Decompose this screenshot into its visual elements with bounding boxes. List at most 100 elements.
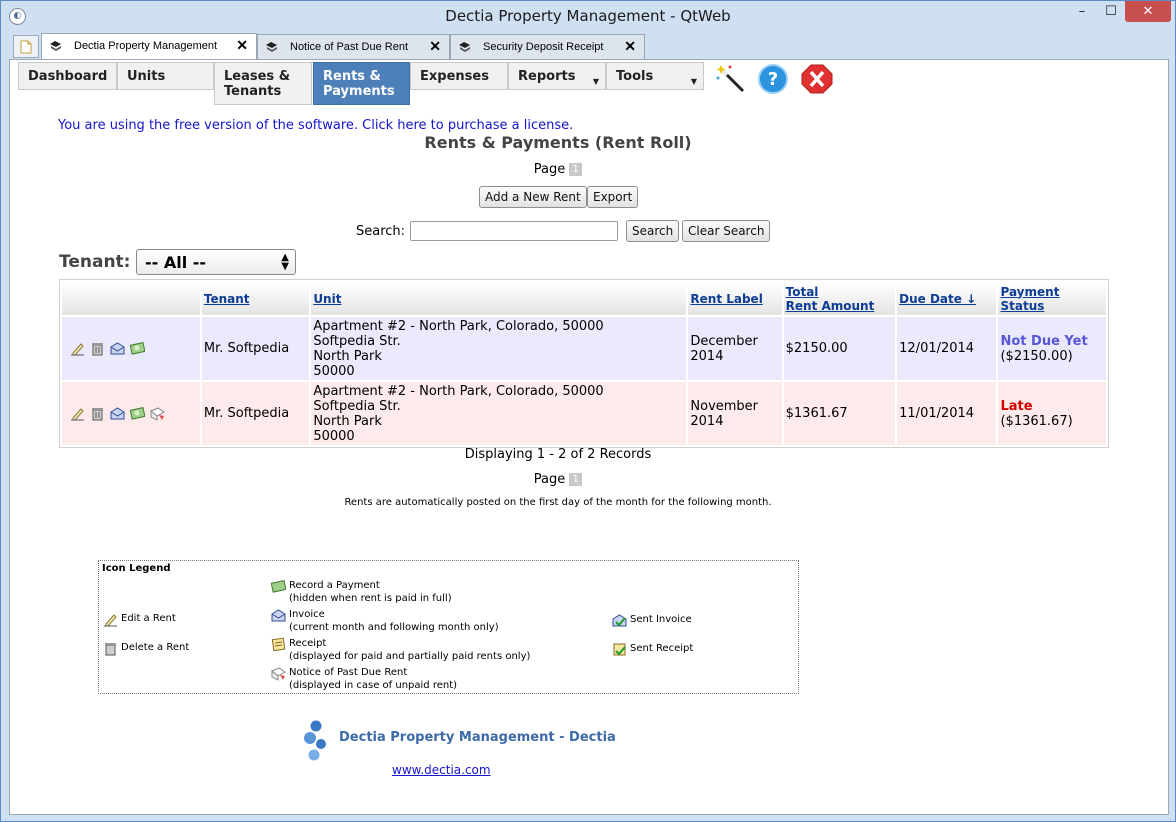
- dectia-logo-icon: [304, 720, 326, 761]
- unit-header[interactable]: Unit: [311, 282, 687, 315]
- footer-brand: Dectia Property Management - Dectia: [339, 730, 616, 745]
- close-tab-icon[interactable]: ✕: [429, 38, 441, 55]
- unit-cell: Apartment #2 - North Park, Colorado, 500…: [311, 317, 687, 380]
- export-button[interactable]: Export: [587, 186, 639, 208]
- legend-text: Delete a Rent: [121, 642, 190, 653]
- add-rent-button[interactable]: Add a New Rent: [479, 186, 587, 208]
- header-line: Rent Amount: [785, 298, 875, 313]
- receipt-icon: [271, 637, 286, 652]
- browser-tab-past-due[interactable]: Notice of Past Due Rent ✕: [257, 34, 450, 59]
- legend-text: Invoice (current month and following mont…: [289, 608, 499, 634]
- pager-label: Page: [533, 472, 566, 487]
- title-bar: ◐ Dectia Property Management - QtWeb – ☐…: [1, 1, 1175, 33]
- label-line: December: [690, 333, 758, 349]
- unit-line: Apartment #2 - North Park, Colorado, 500…: [313, 318, 604, 334]
- row-actions: [62, 382, 200, 445]
- edit-icon[interactable]: [70, 341, 85, 356]
- svg-text:?: ?: [768, 69, 778, 90]
- legend-line: Notice of Past Due Rent: [289, 667, 408, 678]
- magic-wand-icon[interactable]: [716, 64, 748, 94]
- record-payment-icon[interactable]: [130, 341, 145, 356]
- table-row: Mr. Softpedia Apartment #2 - North Park,…: [62, 317, 1106, 380]
- label-line: November: [690, 398, 759, 414]
- status-text: Late: [1000, 398, 1033, 414]
- window-title: Dectia Property Management - QtWeb: [445, 7, 731, 25]
- tenant-filter-label: Tenant:: [59, 252, 131, 272]
- search-button[interactable]: Search: [626, 220, 680, 242]
- edit-icon[interactable]: [70, 406, 85, 421]
- rent-roll-table: Tenant Unit Rent Label Total Rent Amount …: [59, 279, 1109, 448]
- invoice-icon: [271, 609, 286, 622]
- unit-line: 50000: [313, 363, 355, 379]
- tenant-select[interactable]: -- All -- ▲ ▼: [136, 249, 296, 275]
- invoice-icon[interactable]: [110, 406, 125, 421]
- status-amount: ($2150.00): [1000, 348, 1073, 364]
- page-number[interactable]: 1: [569, 163, 583, 176]
- page-number[interactable]: 1: [569, 473, 583, 486]
- auto-post-note: Rents are automatically posted on the fi…: [344, 497, 772, 508]
- purchase-license-link[interactable]: You are using the free version of the so…: [58, 118, 573, 133]
- app-window: ◐ Dectia Property Management - QtWeb – ☐…: [0, 0, 1176, 822]
- pager-bottom: Page 1: [10, 472, 1106, 487]
- legend-line: Invoice: [289, 609, 325, 620]
- help-icon[interactable]: ?: [757, 64, 789, 94]
- legend-text: Edit a Rent: [121, 613, 176, 624]
- dectia-website-link[interactable]: www.dectia.com: [392, 763, 491, 777]
- nav-label: Rents &: [323, 69, 381, 84]
- browser-tab-deposit-receipt[interactable]: Security Deposit Receipt ✕: [450, 34, 645, 59]
- legend-line: (hidden when rent is paid in full): [289, 593, 452, 604]
- new-page-icon: [20, 40, 32, 54]
- rent-label-cell: November 2014: [688, 382, 782, 445]
- rent-label-header[interactable]: Rent Label: [688, 282, 782, 315]
- legend-line: (displayed for paid and partially paid r…: [289, 651, 531, 662]
- nav-leases-tenants[interactable]: Leases & Tenants: [214, 62, 312, 105]
- rent-label-sort-link[interactable]: Rent Label: [690, 292, 762, 306]
- tab-label: Notice of Past Due Rent: [290, 41, 409, 53]
- tenant-sort-link[interactable]: Tenant: [204, 292, 250, 306]
- delete-icon[interactable]: [90, 341, 105, 356]
- nav-label: Tools: [616, 69, 654, 84]
- rent-label-cell: December 2014: [688, 317, 782, 380]
- nav-units[interactable]: Units: [117, 62, 214, 90]
- status-cell: Late ($1361.67): [998, 382, 1106, 445]
- unit-line: 50000: [313, 428, 355, 444]
- nav-dashboard[interactable]: Dashboard: [18, 62, 117, 90]
- search-input[interactable]: [410, 221, 618, 241]
- close-tab-icon[interactable]: ✕: [624, 38, 636, 55]
- total-sort-link[interactable]: Total Rent Amount: [786, 285, 875, 313]
- header-line: Payment: [1000, 284, 1060, 299]
- browser-tab-bar: Dectia Property Management ✕ Notice of P…: [9, 33, 1169, 59]
- clear-search-button[interactable]: Clear Search: [682, 220, 771, 242]
- past-due-notice-icon[interactable]: [150, 406, 165, 421]
- status-text: Not Due Yet: [1000, 333, 1088, 349]
- due-date-sort-link[interactable]: Due Date ↓: [899, 292, 976, 306]
- status-sort-link[interactable]: Payment Status: [1000, 285, 1059, 313]
- nav-expenses[interactable]: Expenses: [410, 62, 508, 90]
- close-tab-icon[interactable]: ✕: [236, 37, 248, 54]
- pager-top: Page 1: [10, 162, 1106, 177]
- unit-line: North Park: [313, 413, 382, 429]
- invoice-icon[interactable]: [110, 341, 125, 356]
- minimize-button[interactable]: –: [1067, 1, 1097, 22]
- legend-text: Notice of Past Due Rent (displayed in cas…: [289, 666, 457, 692]
- total-header[interactable]: Total Rent Amount: [783, 282, 896, 315]
- chevron-down-icon: ▼: [592, 77, 599, 86]
- due-date-header[interactable]: Due Date ↓: [897, 282, 997, 315]
- icon-legend: Icon Legend Edit a Rent Delete a Rent Re…: [98, 560, 799, 694]
- new-tab-button[interactable]: [13, 35, 39, 58]
- unit-line: Apartment #2 - North Park, Colorado, 500…: [313, 383, 604, 399]
- nav-reports[interactable]: Reports ▼: [508, 62, 606, 90]
- delete-icon[interactable]: [90, 406, 105, 421]
- close-window-button[interactable]: ✕: [1125, 1, 1171, 22]
- record-payment-icon[interactable]: [130, 406, 145, 421]
- unit-sort-link[interactable]: Unit: [313, 292, 341, 306]
- nav-rents-payments[interactable]: Rents & Payments: [313, 62, 410, 105]
- delete-icon: [105, 643, 116, 656]
- exit-icon[interactable]: [801, 64, 833, 94]
- tenant-header[interactable]: Tenant: [201, 282, 310, 315]
- browser-tab-dectia[interactable]: Dectia Property Management ✕: [41, 33, 257, 59]
- status-header[interactable]: Payment Status: [998, 282, 1106, 315]
- nav-tools[interactable]: Tools ▼: [606, 62, 704, 90]
- maximize-button[interactable]: ☐: [1097, 1, 1125, 22]
- page-title: Rents & Payments (Rent Roll): [424, 133, 692, 152]
